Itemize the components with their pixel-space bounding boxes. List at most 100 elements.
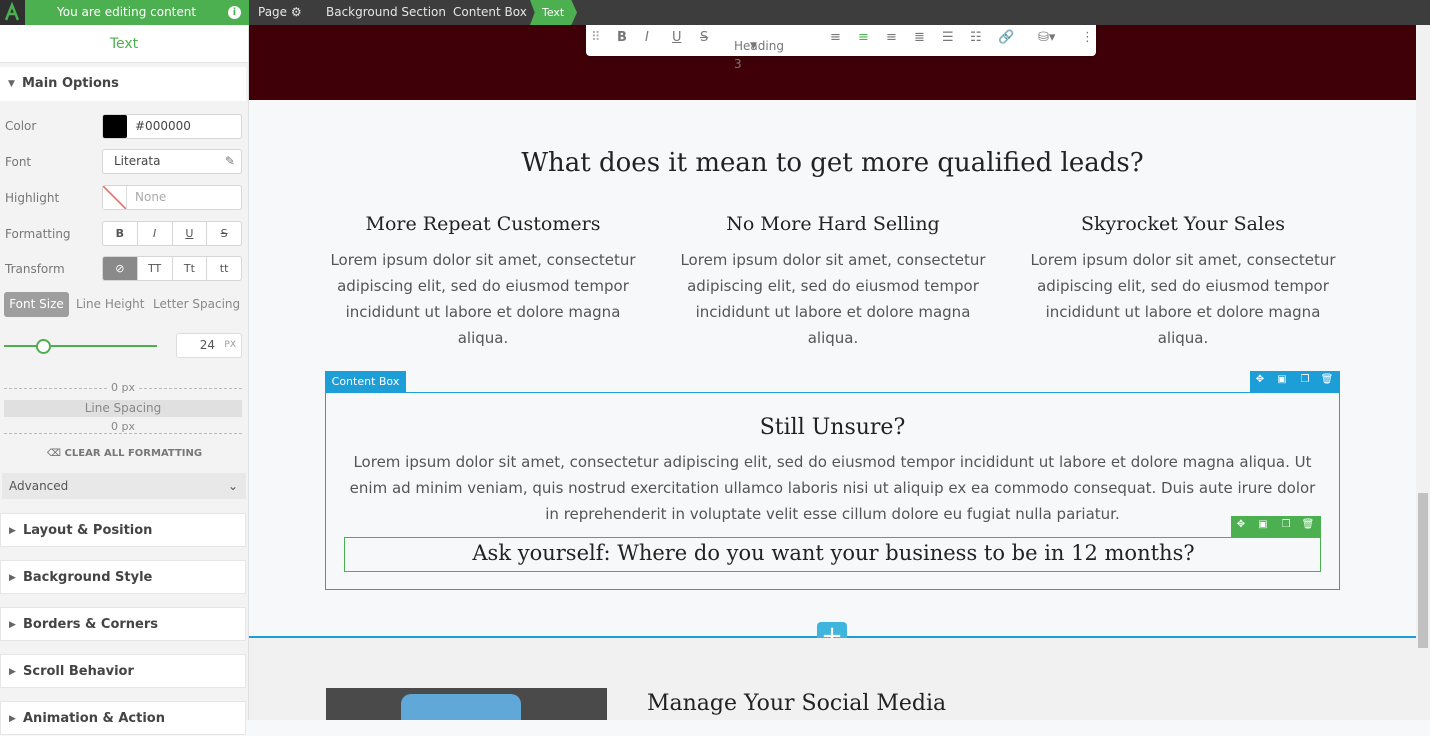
highlight-label: Highlight (5, 191, 60, 205)
transform-capitalize-button[interactable]: Tt (173, 257, 208, 280)
font-size-unit: PX (224, 340, 236, 350)
chevron-down-icon: ⌄ (227, 479, 238, 493)
caret-right-icon: ▶ (9, 526, 16, 536)
font-size-slider-track[interactable] (4, 345, 157, 347)
transform-none-button[interactable]: ⊘ (103, 257, 138, 280)
unsure-body[interactable]: Lorem ipsum dolor sit amet, consectetur … (344, 449, 1321, 527)
align-right-icon[interactable]: ≡ (886, 29, 897, 47)
column-title-1[interactable]: More Repeat Customers (318, 213, 648, 235)
transform-uppercase-button[interactable]: TT (138, 257, 173, 280)
duplicate-icon[interactable]: ❐ (1279, 519, 1293, 530)
highlight-field[interactable]: None (102, 185, 242, 210)
pencil-icon[interactable]: ✎ (225, 150, 235, 173)
bold-button[interactable]: B (103, 222, 138, 245)
strikethrough-icon[interactable]: S (700, 29, 708, 47)
advanced-label: Advanced (9, 479, 69, 493)
selected-text-element[interactable]: Ask yourself: Where do you want your bus… (344, 537, 1321, 572)
breadcrumb-page[interactable]: Page ⚙ (258, 0, 302, 25)
breadcrumb-content-box[interactable]: Content Box (453, 0, 527, 25)
color-field[interactable]: #000000 (102, 114, 242, 139)
section-layout-position[interactable]: ▶ Layout & Position (0, 513, 246, 547)
size-tabs: Font Size Line Height Letter Spacing (4, 292, 244, 317)
no-color-swatch[interactable] (103, 186, 127, 209)
save-icon[interactable]: ▣ (1256, 519, 1270, 530)
section-borders-corners[interactable]: ▶ Borders & Corners (0, 607, 246, 641)
color-label: Color (5, 119, 37, 133)
drag-handle-icon[interactable]: ⠿ (591, 29, 601, 47)
main-heading[interactable]: What does it mean to get more qualified … (249, 148, 1416, 178)
font-field[interactable]: Literata ✎ (102, 149, 242, 174)
move-icon[interactable]: ✥ (1234, 519, 1248, 530)
column-body-1[interactable]: Lorem ipsum dolor sit amet, consectetur … (318, 247, 648, 351)
section-background-style[interactable]: ▶ Background Style (0, 560, 246, 594)
align-justify-icon[interactable]: ≣ (914, 29, 925, 47)
section-scroll-behavior[interactable]: ▶ Scroll Behavior (0, 654, 246, 688)
column-title-2[interactable]: No More Hard Selling (668, 213, 998, 235)
content-box-tag[interactable]: Content Box (325, 371, 406, 392)
info-icon[interactable]: i (228, 6, 241, 19)
text-toolbar: ⠿ B I U S Heading 3 ▼ ≡ ≡ ≡ ≣ ☰ ☷ 🔗 ⛁▾ ⋮ (586, 25, 1096, 71)
social-media-image[interactable] (326, 688, 607, 720)
column-body-2[interactable]: Lorem ipsum dolor sit amet, consectetur … (668, 247, 998, 351)
tab-font-size[interactable]: Font Size (4, 292, 69, 317)
spacing-bottom-value[interactable]: 0 px (108, 420, 138, 433)
lower-section: Manage Your Social Media (249, 638, 1416, 720)
scrollbar[interactable] (1416, 25, 1430, 720)
font-size-input[interactable]: 24 PX (176, 333, 242, 358)
editing-status-banner: You are editing content i (25, 0, 249, 25)
social-heading[interactable]: Manage Your Social Media (647, 691, 946, 716)
underline-button[interactable]: U (173, 222, 208, 245)
breadcrumb-text[interactable]: Text (530, 0, 577, 25)
tab-letter-spacing[interactable]: Letter Spacing (153, 292, 240, 317)
align-left-icon[interactable]: ≡ (830, 29, 841, 47)
transform-label: Transform (5, 262, 65, 276)
caret-right-icon: ▶ (9, 620, 16, 630)
link-icon[interactable]: 🔗 (998, 29, 1014, 47)
tab-line-height[interactable]: Line Height (76, 292, 145, 317)
highlight-value: None (135, 190, 167, 204)
save-icon[interactable]: ▣ (1275, 374, 1289, 385)
formatting-label: Formatting (5, 227, 71, 241)
line-spacing-bar[interactable]: Line Spacing (4, 400, 242, 417)
top-bar: You are editing content i Page ⚙ Backgro… (0, 0, 1430, 25)
caret-down-icon: ▼ (750, 41, 757, 51)
delete-icon[interactable]: 🗑 (1320, 374, 1334, 385)
bulleted-list-icon[interactable]: ☰ (942, 29, 954, 47)
main-options-header[interactable]: ▼ Main Options (0, 67, 246, 101)
database-icon[interactable]: ⛁▾ (1038, 29, 1055, 47)
numbered-list-icon[interactable]: ☷ (970, 29, 982, 47)
caret-right-icon: ▶ (9, 573, 16, 583)
panel-title: Text (0, 25, 248, 63)
spacing-top-value[interactable]: 0 px (108, 381, 138, 394)
underline-icon[interactable]: U (672, 29, 682, 47)
editing-status-label: You are editing content (57, 5, 197, 19)
italic-button[interactable]: I (138, 222, 173, 245)
content-box-tools: ✥ ▣ ❐ 🗑 (1250, 371, 1340, 392)
clear-format-icon: ⌫ (46, 448, 62, 459)
more-options-icon[interactable]: ⋮ (1081, 29, 1094, 47)
app-logo-icon[interactable] (0, 0, 25, 25)
ask-heading[interactable]: Ask yourself: Where do you want your bus… (345, 541, 1322, 565)
strikethrough-button[interactable]: S (207, 222, 241, 245)
breadcrumb-background-section[interactable]: Background Section (326, 0, 446, 25)
advanced-dropdown[interactable]: Advanced ⌄ (2, 473, 246, 499)
font-size-slider-handle[interactable] (36, 339, 51, 354)
transform-lowercase-button[interactable]: tt (207, 257, 241, 280)
color-swatch[interactable] (103, 115, 127, 138)
italic-icon[interactable]: I (645, 29, 649, 47)
delete-icon[interactable]: 🗑 (1301, 519, 1315, 530)
move-icon[interactable]: ✥ (1253, 374, 1267, 385)
scrollbar-thumb[interactable] (1418, 493, 1428, 648)
section-animation-action[interactable]: ▶ Animation & Action (0, 701, 246, 735)
align-center-icon[interactable]: ≡ (858, 29, 869, 47)
column-body-3[interactable]: Lorem ipsum dolor sit amet, consectetur … (1018, 247, 1348, 351)
clear-formatting-button[interactable]: ⌫ CLEAR ALL FORMATTING (0, 448, 249, 459)
column-title-3[interactable]: Skyrocket Your Sales (1018, 213, 1348, 235)
bold-icon[interactable]: B (617, 29, 627, 47)
caret-down-icon: ▼ (8, 79, 15, 89)
color-value: #000000 (135, 119, 191, 133)
settings-panel: Text ▼ Main Options Color #000000 Font Li… (0, 25, 249, 735)
unsure-heading[interactable]: Still Unsure? (249, 415, 1416, 440)
phone-image (401, 694, 521, 720)
duplicate-icon[interactable]: ❐ (1298, 374, 1312, 385)
